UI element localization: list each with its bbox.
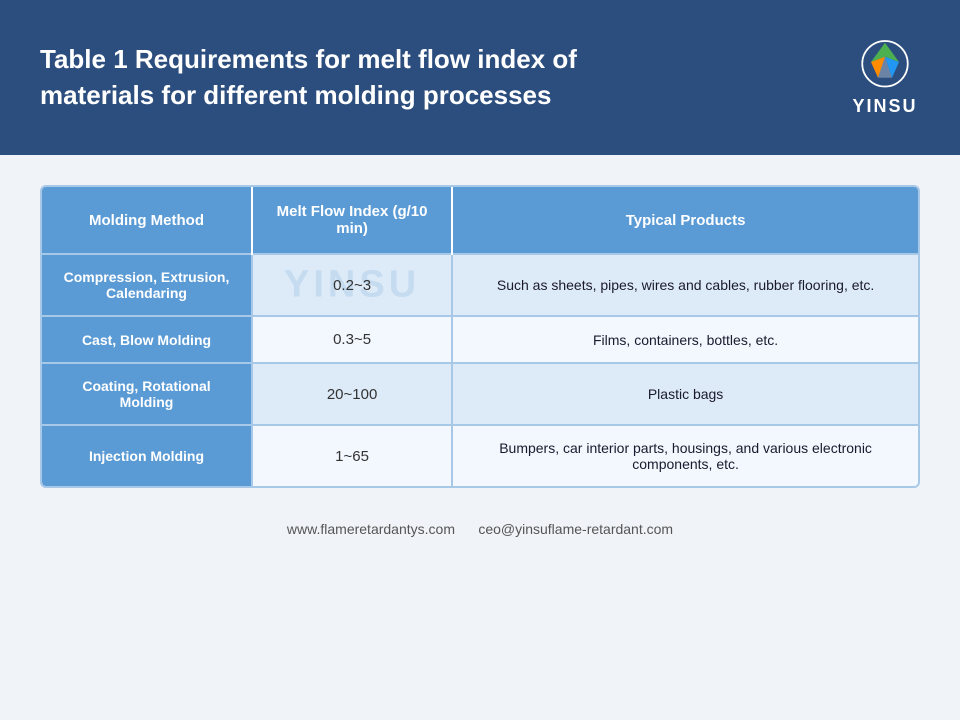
logo: YINSU bbox=[850, 38, 920, 117]
table-row: Injection Molding1~65Bumpers, car interi… bbox=[42, 425, 918, 486]
cell-mfi: 20~100 bbox=[252, 363, 452, 425]
cell-products: Such as sheets, pipes, wires and cables,… bbox=[452, 254, 918, 316]
cell-method: Coating, Rotational Molding bbox=[42, 363, 252, 425]
logo-icon bbox=[850, 38, 920, 93]
page-title: Table 1 Requirements for melt flow index… bbox=[40, 42, 660, 112]
footer: www.flameretardantys.com ceo@yinsuflame-… bbox=[0, 521, 960, 537]
table-row: Cast, Blow Molding0.3~5Films, containers… bbox=[42, 316, 918, 363]
cell-method: Compression, Extrusion, Calendaring bbox=[42, 254, 252, 316]
cell-products: Bumpers, car interior parts, housings, a… bbox=[452, 425, 918, 486]
table-row: Compression, Extrusion, Calendaring0.2~3… bbox=[42, 254, 918, 316]
cell-products: Plastic bags bbox=[452, 363, 918, 425]
cell-mfi: 0.3~5 bbox=[252, 316, 452, 363]
cell-mfi: 0.2~3YINSU bbox=[252, 254, 452, 316]
col-header-method: Molding Method bbox=[42, 187, 252, 254]
col-header-products: Typical Products bbox=[452, 187, 918, 254]
cell-mfi: 1~65 bbox=[252, 425, 452, 486]
cell-method: Injection Molding bbox=[42, 425, 252, 486]
cell-products: Films, containers, bottles, etc. bbox=[452, 316, 918, 363]
email-link: ceo@yinsuflame-retardant.com bbox=[478, 521, 673, 537]
header: Table 1 Requirements for melt flow index… bbox=[0, 0, 960, 155]
col-header-mfi: Melt Flow Index (g/10 min) bbox=[252, 187, 452, 254]
table-header-row: Molding Method Melt Flow Index (g/10 min… bbox=[42, 187, 918, 254]
logo-text: YINSU bbox=[852, 96, 917, 117]
main-content: Molding Method Melt Flow Index (g/10 min… bbox=[0, 155, 960, 503]
website-link: www.flameretardantys.com bbox=[287, 521, 455, 537]
cell-method: Cast, Blow Molding bbox=[42, 316, 252, 363]
data-table: Molding Method Melt Flow Index (g/10 min… bbox=[40, 185, 920, 488]
table-row: Coating, Rotational Molding20~100Plastic… bbox=[42, 363, 918, 425]
